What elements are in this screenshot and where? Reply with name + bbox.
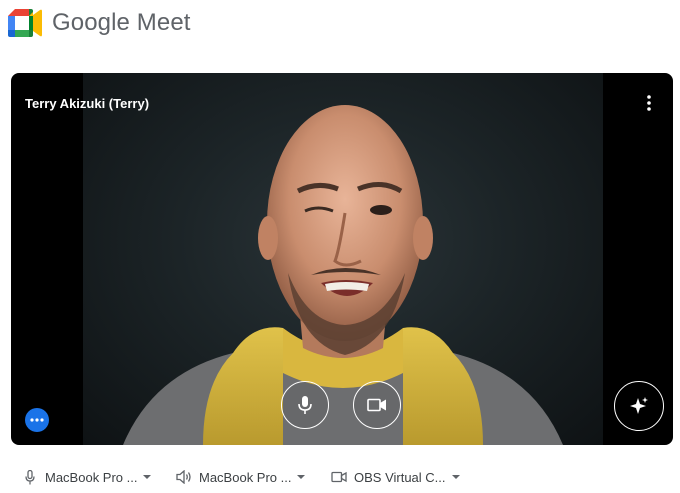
participant-name: Terry Akizuki (Terry) xyxy=(25,96,150,111)
video-preview: Terry Akizuki (Terry) xyxy=(11,73,673,445)
microphone-icon xyxy=(22,469,38,485)
app-header: Google Meet xyxy=(0,0,680,48)
participant-video xyxy=(123,105,563,445)
sparkle-icon xyxy=(630,397,648,414)
more-horiz-icon xyxy=(30,418,44,422)
more-vert-icon xyxy=(647,95,651,111)
camera-feed xyxy=(83,73,603,445)
microphone-icon xyxy=(298,396,312,414)
product-word: Meet xyxy=(136,9,191,36)
dropdown-caret-icon xyxy=(297,475,306,479)
dropdown-caret-icon xyxy=(143,475,152,479)
device-selector-bar: MacBook Pro ... MacBook Pro ... OBS Virt… xyxy=(0,460,680,493)
speaker-device-label: MacBook Pro ... xyxy=(199,469,292,485)
app-title: Google Meet xyxy=(52,9,191,37)
microphone-toggle-button[interactable] xyxy=(281,381,329,429)
videocam-icon xyxy=(331,469,347,485)
speaker-icon xyxy=(176,469,192,485)
camera-toggle-button[interactable] xyxy=(353,381,401,429)
speaker-device-select[interactable]: MacBook Pro ... xyxy=(176,467,306,487)
google-meet-logo-icon xyxy=(8,9,42,37)
more-options-button[interactable] xyxy=(637,91,661,115)
brand-word: Google xyxy=(52,9,130,36)
videocam-icon xyxy=(367,398,386,412)
dropdown-caret-icon xyxy=(451,475,460,479)
microphone-device-select[interactable]: MacBook Pro ... xyxy=(22,467,152,487)
camera-device-label: OBS Virtual C... xyxy=(354,469,446,485)
visual-effects-button[interactable] xyxy=(614,381,664,431)
camera-device-select[interactable]: OBS Virtual C... xyxy=(331,467,460,487)
more-settings-button[interactable] xyxy=(25,408,49,432)
microphone-device-label: MacBook Pro ... xyxy=(45,469,138,485)
